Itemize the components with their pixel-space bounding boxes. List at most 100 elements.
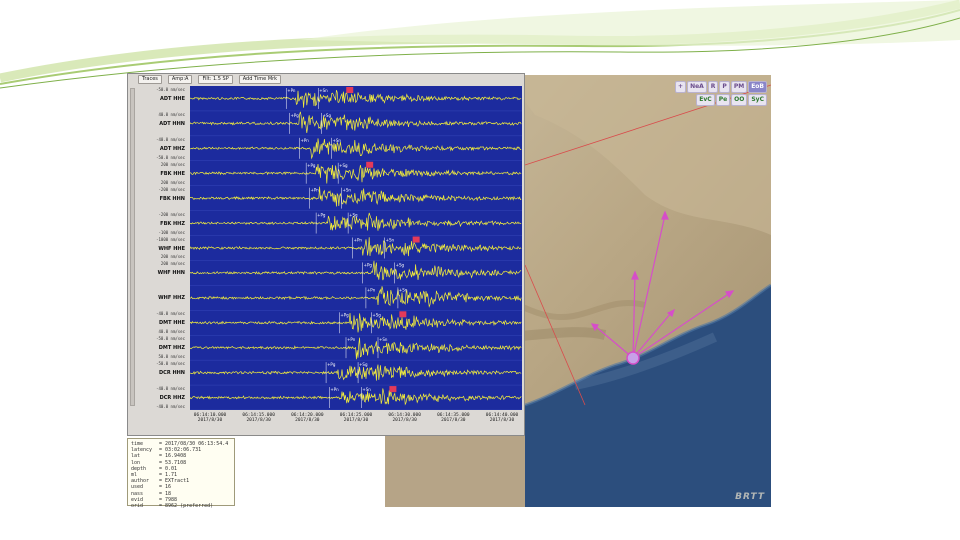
waveform-canvas[interactable]: +Pn +Sn +Pg +Sg +Pn +Sn +Pg +Sg +Pn +Sn +Pg +Sg +Pn +…	[190, 86, 522, 410]
event-location-marker[interactable]	[626, 351, 640, 365]
phase-pick-label: +Pn	[354, 238, 363, 243]
amp-menu[interactable]: Amp:A	[167, 75, 193, 84]
phase-pick-label: +Sn	[319, 88, 328, 93]
trace-label-row[interactable]: -200 nm/sec FBK HHN	[128, 186, 188, 211]
amplitude-scale: 200 nm/sec	[160, 254, 185, 260]
trace-label-row[interactable]: -50.0 nm/sec DMT HHZ 50.0 nm/sec	[128, 335, 188, 360]
phase-pick-label: +Pg	[364, 262, 373, 267]
time-tick-label: 06:14:15.000 2017/8/30	[239, 413, 279, 423]
tick-date: 2017/8/30	[441, 418, 466, 423]
channel-name: WHF HHN	[157, 270, 185, 277]
arrival-flag[interactable]	[366, 161, 374, 168]
waveform-plot[interactable]: +Pn +Sn +Pg +Sg +Pn +Sn +Pg +Sg +Pn +Sn +Pg +Sg +Pn +…	[190, 86, 522, 410]
map-btn-p[interactable]: P	[719, 81, 730, 93]
amplitude-scale: 50.0 nm/sec	[158, 354, 186, 360]
trace-labels: -50.0 nm/sec ADT HHE 40.0 nm/sec ADT HHN -40…	[128, 86, 190, 410]
map-btn-r[interactable]: R	[707, 81, 719, 93]
event-info-panel: time = 2017/08/30 06:13:54.4 latency = 03:0…	[127, 438, 235, 510]
time-tick-label: 06:14:20.000 2017/8/30	[287, 413, 327, 423]
trace-label-row[interactable]: -40.0 nm/sec DCR HHZ -40.0 nm/sec	[128, 385, 188, 410]
waveform-trace	[190, 163, 522, 184]
amplitude-scale: -50.0 nm/sec	[156, 361, 185, 367]
info-key: orid	[131, 503, 144, 510]
map-btn-eob[interactable]: EoB	[748, 81, 767, 93]
trace-label-row[interactable]: WHF HHZ	[128, 285, 188, 310]
tick-date: 2017/8/30	[489, 418, 515, 423]
trace-label-row[interactable]: -40.0 nm/sec DMT HHE 40.0 nm/sec	[128, 310, 188, 335]
map-btn-add[interactable]: +	[675, 81, 687, 93]
amplitude-scale: -40.0 nm/sec	[156, 136, 185, 142]
map-btn-oo[interactable]: OO	[731, 94, 748, 106]
waveform-trace	[190, 364, 522, 381]
waveform-trace	[190, 138, 522, 160]
amplitude-scale: -1000 nm/sec	[156, 236, 185, 242]
filter-menu[interactable]: Filt: 1.5 SP	[198, 75, 233, 84]
phase-pick-label: +Pn	[330, 387, 339, 392]
time-tick-label: 06:14:35.000 2017/8/30	[433, 413, 473, 423]
info-value: = 8962 (preferred)	[159, 503, 214, 510]
phase-pick-label: +Pg	[307, 163, 316, 168]
trace-label-row[interactable]: -1000 nm/sec WHF HHE 200 nm/sec	[128, 236, 188, 261]
map-toolbar: + NeA R P PM EoB EvC Pe OO SyC	[671, 81, 767, 106]
map-btn-pe[interactable]: Pe	[715, 94, 731, 106]
phase-pick-label: +Pn	[287, 88, 296, 93]
amplitude-scale: 200 nm/sec	[160, 261, 185, 267]
phase-pick-label: +Sn	[342, 188, 351, 193]
channel-name: ADT HHE	[160, 96, 185, 102]
time-axis: 06:14:10.000 2017/8/30 06:14:15.000 2017/8/…	[190, 411, 522, 435]
amplitude-scale: 40.0 nm/sec	[158, 329, 186, 335]
amplitude-scale: -40.0 nm/sec	[156, 403, 185, 409]
seismogram-window: Traces Amp:A Filt: 1.5 SP Add Time Mrk -…	[127, 73, 525, 436]
time-tick-label: 06:14:30.000 2017/8/30	[385, 413, 425, 423]
phase-pick-label: +Pn	[310, 188, 319, 193]
channel-name: DCR HHN	[159, 370, 185, 377]
channel-name: DMT HHZ	[158, 345, 185, 352]
phase-pick-label: +Pg	[340, 312, 349, 317]
trace-label-row[interactable]: -40.0 nm/sec ADT HHZ -50.0 nm/sec	[128, 136, 188, 161]
map-credit: BRTT	[735, 492, 765, 502]
trace-label-row[interactable]: 200 nm/sec FBK HHE 200 nm/sec	[128, 161, 188, 186]
phase-pick-label: +Sg	[396, 262, 405, 267]
time-tick-label: 06:14:10.000 2017/8/30	[190, 413, 230, 423]
map-btn-pm[interactable]: PM	[730, 81, 748, 93]
tick-date: 2017/8/30	[295, 418, 320, 423]
waveform-trace	[190, 388, 522, 406]
trace-label-row[interactable]: 40.0 nm/sec ADT HHN	[128, 111, 188, 136]
amplitude-scale: -100 nm/sec	[158, 229, 186, 235]
channel-name: WHF HHZ	[158, 295, 185, 302]
traces-menu[interactable]: Traces	[138, 75, 162, 84]
channel-name: ADT HHZ	[159, 145, 185, 152]
arrival-flag[interactable]	[399, 311, 407, 318]
phase-pick-label: +Sn	[362, 387, 371, 392]
trace-label-row[interactable]: -50.0 nm/sec ADT HHE	[128, 86, 188, 111]
channel-name: WHF HHE	[158, 245, 185, 252]
phase-pick-label: +Sg	[339, 163, 348, 168]
map-btn-nea[interactable]: NeA	[687, 81, 707, 93]
map-btn-syc[interactable]: SyC	[748, 94, 767, 106]
arrival-flag[interactable]	[389, 386, 397, 393]
amplitude-scale: -50.0 nm/sec	[156, 336, 185, 342]
amplitude-scale: -40.0 nm/sec	[156, 386, 185, 392]
tick-date: 2017/8/30	[392, 418, 417, 423]
arrival-flag[interactable]	[346, 87, 354, 93]
waveform-trace	[190, 312, 522, 333]
phase-pick-label: +Sg	[349, 213, 358, 218]
amplitude-scale: -200 nm/sec	[158, 211, 186, 217]
trace-label-row[interactable]: -200 nm/sec FBK HHZ -100 nm/sec	[128, 211, 188, 236]
amplitude-scale: 40.0 nm/sec	[158, 111, 186, 117]
channel-name: FBK HHN	[159, 195, 185, 202]
waveform-trace	[190, 260, 522, 281]
phase-pick-label: +Sn	[399, 287, 408, 292]
trace-label-row[interactable]: -50.0 nm/sec DCR HHN	[128, 360, 188, 385]
channel-name: FBK HHZ	[160, 220, 185, 227]
map-btn-evc[interactable]: EvC	[696, 94, 715, 106]
amplitude-scale: -200 nm/sec	[158, 186, 186, 192]
waveform-trace	[190, 337, 522, 360]
arrival-flag[interactable]	[412, 236, 420, 243]
add-time-mark-button[interactable]: Add Time Mrk	[238, 75, 282, 84]
amplitude-scale: -40.0 nm/sec	[156, 311, 185, 317]
amplitude-scale: 200 nm/sec	[160, 179, 185, 185]
channel-name: FBK HHE	[160, 170, 185, 177]
phase-pick-label: +Sn	[386, 238, 395, 243]
trace-label-row[interactable]: 200 nm/sec WHF HHN	[128, 260, 188, 285]
